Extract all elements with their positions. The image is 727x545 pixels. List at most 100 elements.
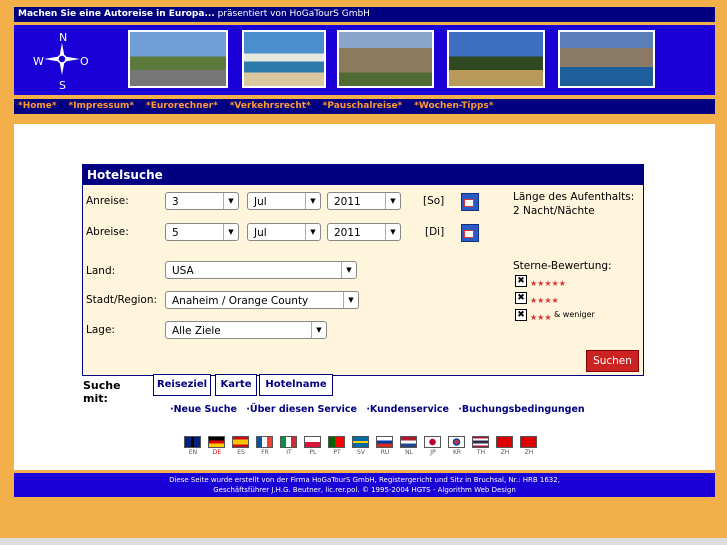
city-select[interactable]: Anaheim / Orange County ▼	[165, 291, 359, 309]
compass-o: O	[80, 55, 89, 68]
star3-suffix: & weniger	[554, 310, 595, 319]
lang-sv[interactable]: SV	[352, 449, 370, 456]
tab-hotelname[interactable]: Hotelname	[259, 374, 333, 396]
link-ueber-service[interactable]: ·Über diesen Service	[246, 404, 357, 415]
flag-kr-icon[interactable]	[448, 436, 465, 448]
chevron-down-icon: ▼	[223, 193, 238, 209]
photo-road	[128, 30, 228, 88]
country-label: Land:	[86, 265, 116, 277]
photo-tree	[447, 30, 545, 88]
flag-pt-icon[interactable]	[328, 436, 345, 448]
arrival-month-select[interactable]: Jul ▼	[247, 192, 321, 210]
bottom-strip	[0, 538, 727, 545]
star3-icon: ★★★	[530, 313, 552, 322]
flag-zh-icon[interactable]	[496, 436, 513, 448]
link-kundenservice[interactable]: ·Kundenservice	[366, 404, 449, 415]
lang-it[interactable]: IT	[280, 449, 298, 456]
arrival-day-value: 3	[172, 196, 179, 208]
lang-de[interactable]: DE	[208, 449, 226, 456]
tab-karte[interactable]: Karte	[215, 374, 257, 396]
flag-de-icon[interactable]	[208, 436, 225, 448]
header-subtitle: präsentiert von HoGaTourS GmbH	[217, 9, 370, 19]
lang-zh[interactable]: ZH	[496, 449, 514, 456]
footer: Diese Seite wurde erstellt von der Firma…	[14, 473, 715, 497]
arrival-year-select[interactable]: 2011 ▼	[327, 192, 401, 210]
arrival-year-value: 2011	[334, 196, 361, 208]
compass-s: S	[59, 79, 66, 91]
hotel-search-form: Hotelsuche Anreise: 3 ▼ Jul ▼ 2011 ▼ [So] A…	[82, 164, 644, 376]
lang-pt[interactable]: PT	[328, 449, 346, 456]
location-label: Lage:	[86, 324, 115, 336]
flag-ru-icon[interactable]	[376, 436, 393, 448]
nav-verkehrsrecht[interactable]: *Verkehrsrecht*	[230, 101, 311, 111]
arrival-month-value: Jul	[254, 196, 267, 208]
calendar-icon[interactable]	[461, 193, 479, 211]
chevron-down-icon: ▼	[385, 193, 400, 209]
location-select[interactable]: Alle Ziele ▼	[165, 321, 327, 339]
departure-month-value: Jul	[254, 227, 267, 239]
arrival-label: Anreise:	[86, 195, 129, 207]
nav-eurorechner[interactable]: *Eurorechner*	[146, 101, 218, 111]
lang-es[interactable]: ES	[232, 449, 250, 456]
flag-fr-icon[interactable]	[256, 436, 273, 448]
flag-es-icon[interactable]	[232, 436, 249, 448]
lang-jp[interactable]: JP	[424, 449, 442, 456]
arrival-weekday: [So]	[423, 195, 445, 207]
lang-ru[interactable]: RU	[376, 449, 394, 456]
chevron-down-icon: ▼	[385, 224, 400, 240]
lang-nl[interactable]: NL	[400, 449, 418, 456]
footer-line1: Diese Seite wurde erstellt von der Firma…	[169, 476, 560, 484]
flag-sv-icon[interactable]	[352, 436, 369, 448]
departure-month-select[interactable]: Jul ▼	[247, 223, 321, 241]
flag-en-icon[interactable]	[184, 436, 201, 448]
flag-pl-icon[interactable]	[304, 436, 321, 448]
nav-home[interactable]: *Home*	[18, 101, 57, 111]
flag-it-icon[interactable]	[280, 436, 297, 448]
departure-weekday: [Di]	[425, 226, 445, 238]
lang-zh-2[interactable]: ZH	[520, 449, 538, 456]
lang-pl[interactable]: PL	[304, 449, 322, 456]
country-value: USA	[172, 265, 194, 277]
main-content: Hotelsuche Anreise: 3 ▼ Jul ▼ 2011 ▼ [So] A…	[14, 124, 715, 470]
country-select[interactable]: USA ▼	[165, 261, 357, 279]
banner: N W O S	[14, 25, 715, 95]
star4-checkbox[interactable]: ✖	[515, 292, 527, 304]
arrival-day-select[interactable]: 3 ▼	[165, 192, 239, 210]
link-neue-suche[interactable]: ·Neue Suche	[170, 404, 237, 415]
lang-en[interactable]: EN	[184, 449, 202, 456]
footer-links: ·Neue Suche ·Über diesen Service ·Kunden…	[170, 404, 591, 415]
tab-reiseziel[interactable]: Reiseziel	[153, 374, 211, 396]
calendar-icon[interactable]	[461, 224, 479, 242]
nav-impressum[interactable]: *Impressum*	[69, 101, 135, 111]
form-title: Hotelsuche	[83, 165, 643, 185]
flag-zh-traditional-icon[interactable]	[520, 436, 537, 448]
photo-cliff	[558, 30, 655, 88]
lang-kr[interactable]: KR	[448, 449, 466, 456]
star5-icon: ★★★★★	[530, 279, 566, 288]
star4-icon: ★★★★	[530, 296, 559, 305]
link-buchungsbedingungen[interactable]: ·Buchungsbedingungen	[458, 404, 584, 415]
city-label: Stadt/Region:	[86, 294, 158, 306]
departure-label: Abreise:	[86, 226, 129, 238]
stay-value: 2 Nacht/Nächte	[513, 205, 595, 217]
star5-checkbox[interactable]: ✖	[515, 275, 527, 287]
nav-wochen-tipps[interactable]: *Wochen-Tipps*	[414, 101, 493, 111]
compass-w: W	[33, 55, 44, 68]
departure-day-value: 5	[172, 227, 179, 239]
star3-checkbox[interactable]: ✖	[515, 309, 527, 321]
departure-year-select[interactable]: 2011 ▼	[327, 223, 401, 241]
chevron-down-icon: ▼	[343, 292, 358, 308]
chevron-down-icon: ▼	[305, 224, 320, 240]
lang-fr[interactable]: FR	[256, 449, 274, 456]
flag-jp-icon[interactable]	[424, 436, 441, 448]
search-button[interactable]: Suchen	[586, 350, 639, 372]
lang-th[interactable]: TH	[472, 449, 490, 456]
flag-th-icon[interactable]	[472, 436, 489, 448]
chevron-down-icon: ▼	[341, 262, 356, 278]
departure-day-select[interactable]: 5 ▼	[165, 223, 239, 241]
header-title: Machen Sie eine Autoreise in Europa...	[18, 9, 215, 19]
location-value: Alle Ziele	[172, 325, 221, 337]
photo-castle	[337, 30, 434, 88]
flag-nl-icon[interactable]	[400, 436, 417, 448]
nav-pauschalreise[interactable]: *Pauschalreise*	[323, 101, 403, 111]
